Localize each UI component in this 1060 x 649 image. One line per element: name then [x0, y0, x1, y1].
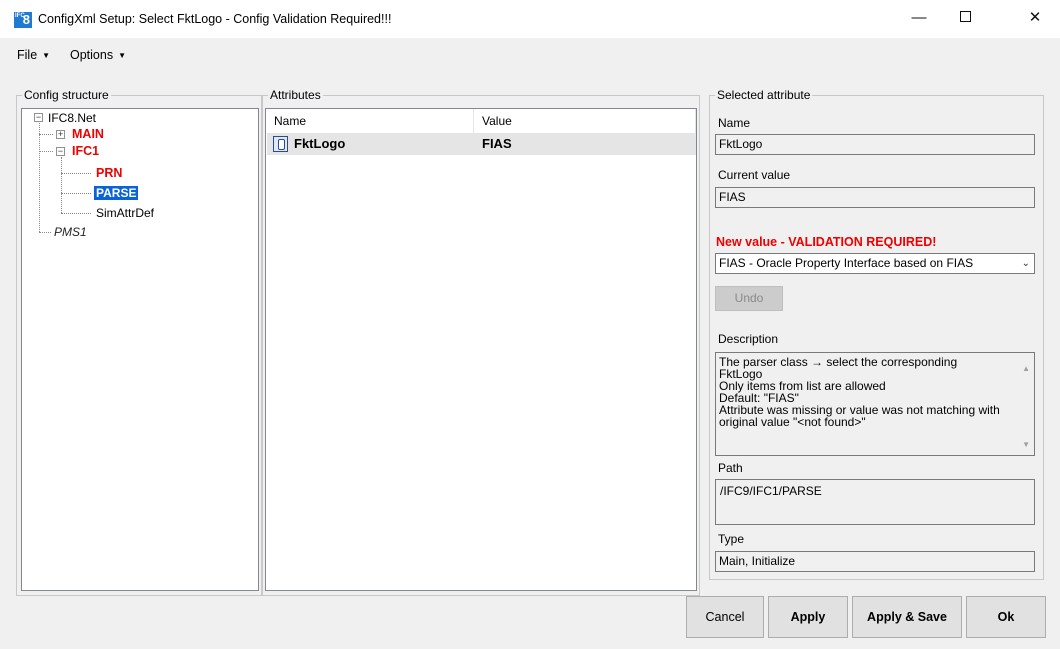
tree-line — [39, 121, 40, 232]
attributes-label: Attributes — [268, 88, 323, 102]
tree-node-pms1[interactable]: PMS1 — [54, 225, 87, 239]
tree-node-main[interactable]: MAIN — [72, 127, 104, 141]
menu-options[interactable]: Options ▼ — [70, 48, 126, 62]
cancel-button[interactable]: Cancel — [686, 596, 764, 638]
scroll-up-icon[interactable]: ▲ — [1022, 363, 1030, 375]
maximize-icon — [959, 11, 971, 23]
tree-line — [61, 173, 91, 174]
ok-button[interactable]: Ok — [966, 596, 1046, 638]
close-icon: ✕ — [1028, 9, 1042, 26]
menu-options-label: Options — [70, 48, 114, 62]
description-box[interactable]: The parser class → select the correspond… — [715, 352, 1035, 456]
description-line: The parser class → select the correspond… — [719, 355, 958, 369]
app-icon: IFC 8 — [14, 12, 32, 28]
tree-line — [39, 232, 51, 233]
tree-line — [39, 134, 53, 135]
apply-button[interactable]: Apply — [768, 596, 848, 638]
minimize-icon: — — [911, 9, 927, 26]
tree-line — [39, 151, 53, 152]
window-title: ConfigXml Setup: Select FktLogo - Config… — [38, 12, 392, 26]
table-row[interactable]: FktLogo FIAS — [267, 133, 696, 155]
tree-node-prn[interactable]: PRN — [96, 166, 122, 180]
tree-node-ifc8net[interactable]: IFC8.Net — [48, 111, 96, 125]
new-value-label: New value - VALIDATION REQUIRED! — [716, 235, 937, 249]
tree-expander[interactable]: − — [34, 113, 43, 122]
minimize-button[interactable]: — — [896, 0, 942, 38]
path-field[interactable]: /IFC9/IFC1/PARSE — [715, 479, 1035, 525]
column-header-name[interactable]: Name — [266, 109, 474, 133]
tree-expander[interactable]: − — [56, 147, 65, 156]
tree-node-simattrdef[interactable]: SimAttrDef — [96, 206, 154, 220]
menu-bar: File ▼ Options ▼ — [0, 38, 1060, 72]
tree-line — [61, 157, 62, 213]
tree-expander[interactable]: + — [56, 130, 65, 139]
name-label: Name — [718, 116, 751, 130]
close-button[interactable]: ✕ — [1012, 0, 1058, 38]
selected-attribute-label: Selected attribute — [715, 88, 813, 102]
config-tree[interactable]: − IFC8.Net + MAIN − IFC1 PRN PARSE SimAt… — [21, 108, 259, 591]
attribute-name-cell: FktLogo — [294, 136, 346, 151]
tree-line — [61, 193, 91, 194]
menu-file-label: File — [17, 48, 38, 62]
description-label: Description — [718, 332, 779, 346]
config-structure-label: Config structure — [22, 88, 111, 102]
current-value-label: Current value — [718, 168, 791, 182]
scroll-down-icon[interactable]: ▼ — [1022, 439, 1030, 451]
attribute-icon — [273, 136, 288, 152]
chevron-down-icon: ▼ — [118, 51, 127, 61]
column-header-value[interactable]: Value — [474, 109, 696, 133]
attributes-list[interactable]: Name Value FktLogo FIAS — [265, 108, 697, 591]
new-value-selected: FIAS - Oracle Property Interface based o… — [719, 256, 974, 270]
tree-line — [61, 213, 91, 214]
path-label: Path — [718, 461, 743, 475]
tree-node-ifc1[interactable]: IFC1 — [72, 144, 99, 158]
tree-node-parse[interactable]: PARSE — [94, 186, 139, 200]
description-line: original value "<not found>" — [719, 415, 866, 429]
menu-file[interactable]: File ▼ — [17, 48, 50, 62]
maximize-button[interactable] — [942, 0, 988, 38]
chevron-down-icon: ⌄ — [1021, 258, 1030, 269]
attribute-value-cell: FIAS — [482, 136, 512, 151]
type-label: Type — [718, 532, 745, 546]
chevron-down-icon: ▼ — [42, 51, 51, 61]
new-value-select[interactable]: FIAS - Oracle Property Interface based o… — [715, 253, 1035, 274]
undo-button[interactable]: Undo — [715, 286, 783, 311]
type-field[interactable]: Main, Initialize — [715, 551, 1035, 572]
title-bar: IFC 8 ConfigXml Setup: Select FktLogo - C… — [0, 0, 1060, 38]
apply-save-button[interactable]: Apply & Save — [852, 596, 962, 638]
name-field[interactable]: FktLogo — [715, 134, 1035, 155]
current-value-field[interactable]: FIAS — [715, 187, 1035, 208]
